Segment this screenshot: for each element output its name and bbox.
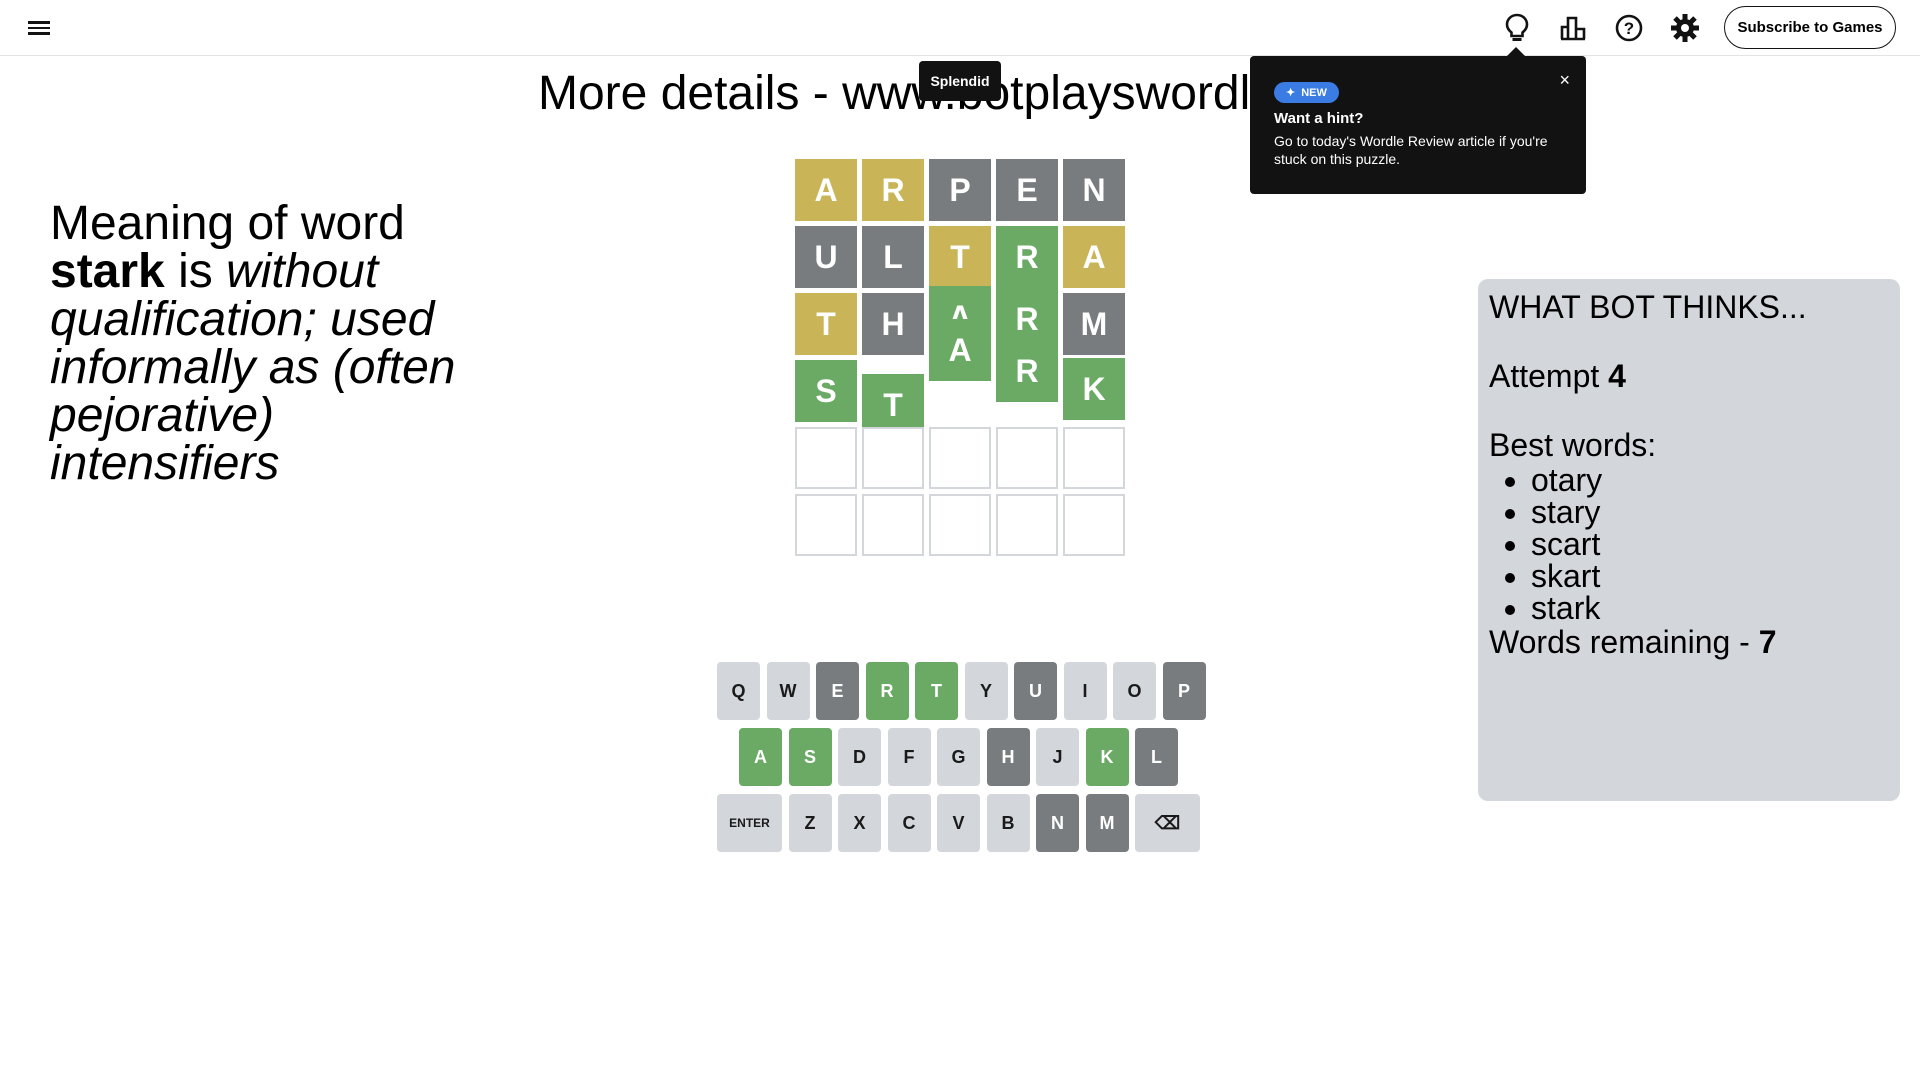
key-y[interactable]: Y — [964, 662, 1008, 720]
help-icon[interactable]: ? — [1612, 11, 1646, 45]
attempt-line: Attempt 4 — [1489, 358, 1626, 394]
empty-tile — [862, 427, 924, 489]
letter-tile: U — [795, 226, 857, 288]
best-word: stary — [1531, 496, 1889, 528]
key-t[interactable]: T — [915, 662, 958, 720]
key-w[interactable]: W — [766, 662, 810, 720]
top-bar: ? Subscribe to Games — [0, 0, 1920, 56]
letter-tile: A — [929, 319, 991, 381]
key-m[interactable]: M — [1085, 794, 1129, 852]
key-x[interactable]: X — [838, 794, 881, 852]
svg-text:?: ? — [1624, 19, 1634, 38]
empty-tile — [1063, 494, 1125, 556]
letter-tile: T — [795, 293, 857, 355]
key-u[interactable]: U — [1014, 662, 1057, 720]
letter-tile: R — [996, 340, 1058, 402]
key-p[interactable]: P — [1162, 662, 1206, 720]
letter-tile: T — [929, 226, 991, 288]
settings-icon[interactable] — [1668, 11, 1702, 45]
bot-title: WHAT BOT THINKS... — [1489, 289, 1807, 325]
attempt-number: 4 — [1608, 358, 1626, 394]
best-word: otary — [1531, 464, 1889, 496]
backspace-key[interactable]: ⌫ — [1135, 794, 1200, 852]
key-j[interactable]: J — [1036, 728, 1079, 786]
key-r[interactable]: R — [865, 662, 909, 720]
empty-tile — [929, 494, 991, 556]
key-c[interactable]: C — [887, 794, 931, 852]
stats-icon[interactable] — [1556, 11, 1590, 45]
key-o[interactable]: O — [1113, 662, 1156, 720]
key-h[interactable]: H — [986, 728, 1030, 786]
empty-tile — [1063, 427, 1125, 489]
key-e[interactable]: E — [816, 662, 859, 720]
remaining-count: 7 — [1758, 624, 1777, 660]
letter-tile: L — [862, 226, 924, 288]
popover-text[interactable]: Go to today's Wordle Review article if y… — [1274, 132, 1562, 168]
enter-key[interactable]: ENTER — [717, 794, 782, 852]
empty-tile — [996, 494, 1058, 556]
letter-tile: A — [795, 159, 857, 221]
remaining-line: Words remaining - 7 — [1489, 624, 1777, 660]
key-l[interactable]: L — [1135, 728, 1178, 786]
hint-popover: ✦ NEW Want a hint? Go to today's Wordle R… — [1250, 47, 1586, 194]
best-word: scart — [1531, 528, 1889, 560]
word-meaning: Meaning of word stark is without qualifi… — [50, 197, 456, 490]
empty-tile — [795, 494, 857, 556]
bot-panel: WHAT BOT THINKS... Attempt 4 Best words:… — [1478, 279, 1900, 801]
empty-tile — [795, 427, 857, 489]
empty-tile — [929, 427, 991, 489]
best-words-label: Best words: — [1489, 427, 1657, 463]
subscribe-button[interactable]: Subscribe to Games — [1724, 6, 1896, 49]
key-i[interactable]: I — [1063, 662, 1107, 720]
key-q[interactable]: Q — [717, 662, 760, 720]
key-a[interactable]: A — [739, 728, 782, 786]
key-b[interactable]: B — [986, 794, 1030, 852]
letter-tile: M — [1063, 293, 1125, 355]
key-s[interactable]: S — [788, 728, 832, 786]
target-word: stark — [50, 245, 165, 298]
best-word: stark — [1531, 592, 1889, 624]
menu-icon[interactable] — [28, 18, 50, 38]
key-f[interactable]: F — [887, 728, 931, 786]
letter-tile: E — [996, 159, 1058, 221]
popover-title: Want a hint? — [1274, 110, 1364, 127]
sparkle-icon: ✦ — [1286, 87, 1296, 99]
new-badge: ✦ NEW — [1274, 82, 1339, 103]
letter-tile: H — [862, 293, 924, 355]
letter-tile: P — [929, 159, 991, 221]
letter-tile: R — [996, 226, 1058, 288]
letter-tile: K — [1063, 358, 1125, 420]
best-words-list: otary stary scart skart stark — [1489, 464, 1889, 624]
key-n[interactable]: N — [1036, 794, 1079, 852]
letter-tile: R — [862, 159, 924, 221]
letter-tile: A — [1063, 226, 1125, 288]
empty-tile — [862, 494, 924, 556]
toast-message: Splendid — [919, 61, 1001, 101]
lightbulb-icon[interactable] — [1500, 11, 1534, 45]
key-d[interactable]: D — [838, 728, 881, 786]
key-z[interactable]: Z — [788, 794, 832, 852]
letter-tile: S — [795, 360, 857, 422]
close-icon[interactable]: × — [1559, 70, 1570, 91]
key-v[interactable]: V — [937, 794, 980, 852]
empty-tile — [996, 427, 1058, 489]
key-k[interactable]: K — [1085, 728, 1129, 786]
best-word: skart — [1531, 560, 1889, 592]
key-g[interactable]: G — [937, 728, 980, 786]
letter-tile: N — [1063, 159, 1125, 221]
